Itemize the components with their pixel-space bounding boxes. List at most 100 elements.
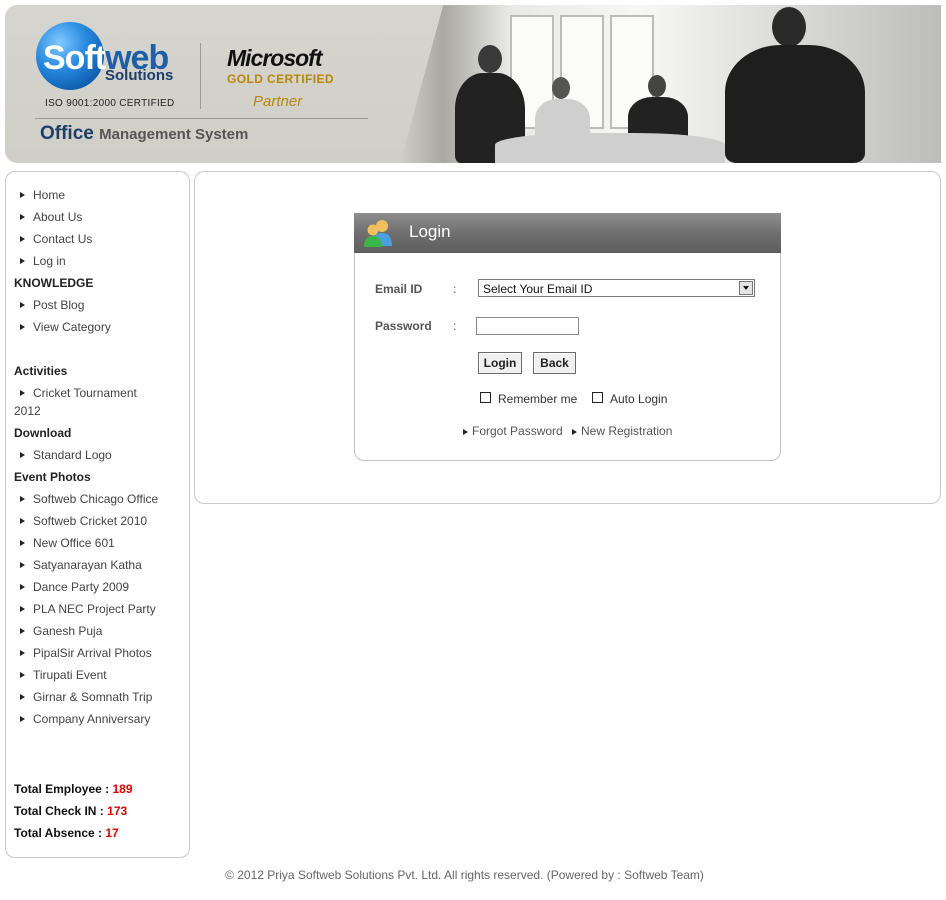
sidebar-item-event-photo[interactable]: PipalSir Arrival Photos [14,644,174,662]
bullet-arrow-icon [20,540,25,546]
login-title: Login [409,222,451,241]
sidebar-item-post-blog[interactable]: Post Blog [14,296,174,314]
bullet-arrow-icon [20,584,25,590]
total-employee: Total Employee : 189 [14,782,133,796]
bullet-arrow-icon [20,562,25,568]
sidebar-item-label: Log in [33,254,66,268]
header-divider [200,43,201,109]
sidebar-item-home[interactable]: Home [14,186,174,204]
total-absence-value: 17 [105,826,119,840]
sidebar-item-label: PipalSir Arrival Photos [33,646,152,660]
new-registration-label: New Registration [581,424,673,438]
bullet-arrow-icon [20,302,25,308]
sidebar-item-label: Dance Party 2009 [33,580,130,594]
login-button[interactable]: Login [478,352,522,374]
password-input[interactable] [476,317,579,335]
sidebar-item-label: View Category [33,320,111,334]
bullet-arrow-icon [20,236,25,242]
sidebar-item-cricket-tournament[interactable]: Cricket Tournament 2012 [14,384,164,420]
remember-me-label: Remember me [498,392,578,406]
gold-certified-text: GOLD CERTIFIED [227,72,334,86]
email-select-value: Select Your Email ID [483,282,593,296]
auto-login-checkbox[interactable] [592,392,603,403]
activities-heading: Activities [14,364,68,378]
bullet-arrow-icon [20,694,25,700]
bullet-arrow-icon [463,429,468,435]
download-heading: Download [14,426,72,440]
logo-solutions-text: Solutions [105,67,174,84]
bullet-arrow-icon [20,606,25,612]
knowledge-heading: KNOWLEDGE [14,276,94,290]
sidebar-item-label: Tirupati Event [33,668,107,682]
sidebar-item-about-us[interactable]: About Us [14,208,174,226]
sidebar-item-label: About Us [33,210,83,224]
sidebar-item-log-in[interactable]: Log in [14,252,174,270]
sidebar-item-label: Post Blog [33,298,85,312]
sidebar-item-event-photo[interactable]: Ganesh Puja [14,622,174,640]
email-colon: : [453,282,457,296]
email-select[interactable]: Select Your Email ID [478,279,755,297]
total-absence-label: Total Absence : [14,826,103,840]
total-absence: Total Absence : 17 [14,826,119,840]
bullet-arrow-icon [20,324,25,330]
total-check-in-label: Total Check IN : [14,804,104,818]
footer-copyright: © 2012 Priya Softweb Solutions Pvt. Ltd.… [225,868,704,882]
chevron-down-icon[interactable] [739,281,753,295]
sidebar-item-contact-us[interactable]: Contact Us [14,230,174,248]
sidebar-item-event-photo[interactable]: Tirupati Event [14,666,174,684]
sidebar-item-event-photo[interactable]: Satyanarayan Katha [14,556,174,574]
logo-soft-text: Soft [43,39,106,77]
sidebar-item-label: Home [33,188,66,202]
sidebar-item-view-category[interactable]: View Category [14,318,174,336]
bullet-arrow-icon [20,672,25,678]
forgot-password-link[interactable]: Forgot Password [463,424,563,438]
header-rule [35,118,368,119]
photo-person [725,45,865,163]
back-button[interactable]: Back [533,352,576,374]
email-label: Email ID [375,282,423,296]
sidebar-item-label: Softweb Cricket 2010 [33,514,148,528]
partner-text: Partner [253,93,303,110]
event-photos-heading: Event Photos [14,470,91,484]
sidebar-item-label: Company Anniversary [33,712,151,726]
system-title-office: Office [40,123,94,144]
bullet-arrow-icon [572,429,577,435]
sidebar-item-event-photo[interactable]: Dance Party 2009 [14,578,174,596]
photo-person-head [772,7,806,47]
sidebar-item-label: Standard Logo [33,448,112,462]
sidebar-item-label: PLA NEC Project Party [33,602,156,616]
photo-person-head [648,75,666,97]
photo-person-head [552,77,570,99]
bullet-arrow-icon [20,452,25,458]
sidebar-item-event-photo[interactable]: Company Anniversary [14,710,174,728]
bullet-arrow-icon [20,192,25,198]
sidebar-item-event-photo[interactable]: PLA NEC Project Party [14,600,174,618]
auto-login-label: Auto Login [610,392,668,406]
header-banner: Softweb Solutions ISO 9001:2000 CERTIFIE… [5,5,941,163]
new-registration-link[interactable]: New Registration [572,424,672,438]
sidebar-item-event-photo[interactable]: Softweb Cricket 2010 [14,512,174,530]
bullet-arrow-icon [20,496,25,502]
total-check-in: Total Check IN : 173 [14,804,127,818]
sidebar-item-event-photo[interactable]: New Office 601 [14,534,174,552]
forgot-password-label: Forgot Password [472,424,563,438]
bullet-arrow-icon [20,214,25,220]
sidebar-item-label: Contact Us [33,232,93,246]
sidebar-item-label: Ganesh Puja [33,624,103,638]
login-header: Login [354,213,781,253]
bullet-arrow-icon [20,628,25,634]
remember-me-checkbox[interactable] [480,392,491,403]
sidebar-item-standard-logo[interactable]: Standard Logo [14,446,174,464]
password-label: Password [375,319,432,333]
sidebar-item-event-photo[interactable]: Softweb Chicago Office [14,490,174,508]
sidebar-item-event-photo[interactable]: Girnar & Somnath Trip [14,688,174,706]
total-employee-label: Total Employee : [14,782,110,796]
photo-table [495,133,725,163]
bullet-arrow-icon [20,518,25,524]
users-icon [364,220,392,247]
sidebar-item-label: New Office 601 [33,536,115,550]
password-colon: : [453,319,457,333]
iso-certification: ISO 9001:2000 CERTIFIED [45,98,175,109]
photo-person-head [478,45,502,73]
office-meeting-photo [400,5,941,163]
